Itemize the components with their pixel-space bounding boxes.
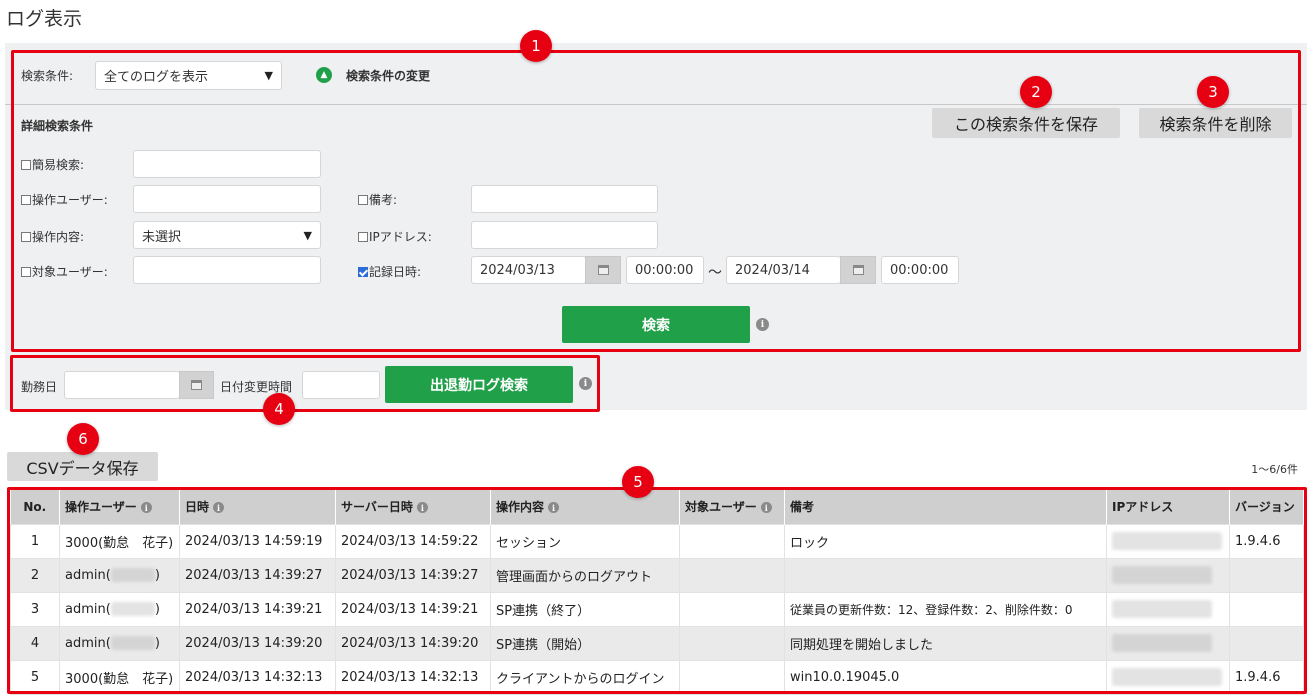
marker-2: 2 — [1020, 76, 1052, 108]
marker-6: 6 — [67, 423, 99, 455]
marker-3: 3 — [1197, 76, 1229, 108]
annotation-box-4 — [10, 355, 600, 412]
result-count: 1～6/6件 — [1251, 463, 1298, 476]
annotation-box-5 — [7, 487, 1307, 694]
marker-1: 1 — [520, 30, 552, 62]
annotation-box-1 — [11, 50, 1301, 352]
csv-save-button[interactable]: CSVデータ保存 — [7, 452, 158, 481]
marker-4: 4 — [263, 393, 295, 425]
marker-5: 5 — [622, 466, 654, 498]
page-title: ログ表示 — [6, 8, 83, 30]
